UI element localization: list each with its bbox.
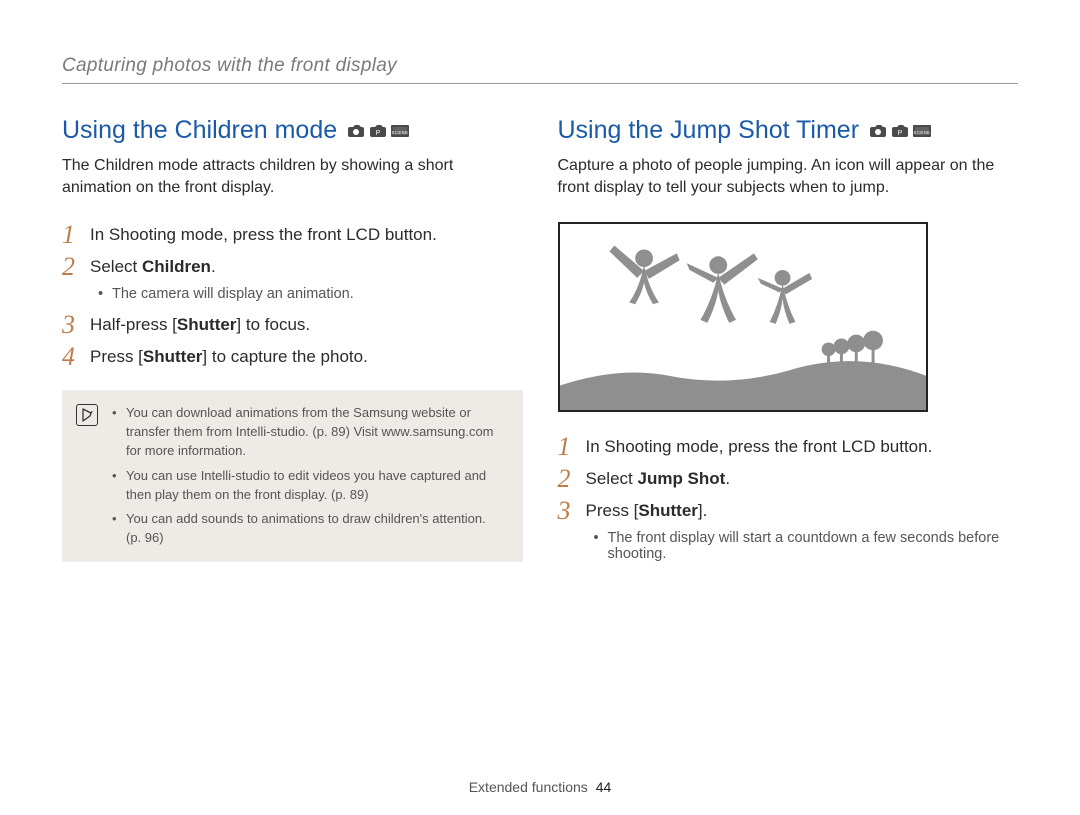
scene-icon: SCENE [913,124,931,138]
svg-text:P: P [898,130,903,137]
jump-shot-illustration [558,222,928,412]
step-text: Press [Shutter] to capture the photo. [90,344,368,367]
left-step-2-bullet: •The camera will display an animation. [98,286,523,302]
left-step-3: 3 Half-press [Shutter] to focus. [62,312,523,338]
right-step-3: 3 Press [Shutter]. [558,498,1019,524]
left-step-2: 2 Select Children. [62,254,523,280]
svg-text:SCENE: SCENE [392,130,409,135]
right-step-3-bullet: •The front display will start a countdow… [594,530,1019,562]
children-mode-intro: The Children mode attracts children by s… [62,155,523,198]
note-item: •You can download animations from the Sa… [112,404,505,461]
jump-shot-title: Using the Jump Shot Timer [558,116,860,145]
left-column: Using the Children mode P SCENE The Chil… [62,116,523,572]
svg-text:SCENE: SCENE [914,130,931,135]
step-number: 4 [62,344,90,370]
jump-shot-heading: Using the Jump Shot Timer P SCENE [558,116,1019,145]
note-box: •You can download animations from the Sa… [62,390,523,562]
svg-text:P: P [376,130,381,137]
program-icon: P [891,124,909,138]
note-icon [76,404,98,426]
footer-page-number: 44 [596,779,612,795]
smart-auto-icon [347,124,365,138]
step-number: 1 [62,222,90,248]
page-footer: Extended functions 44 [0,779,1080,795]
step-number: 2 [558,466,586,492]
breadcrumb: Capturing photos with the front display [62,55,1018,84]
manual-page: Capturing photos with the front display … [0,0,1080,815]
right-step-1: 1 In Shooting mode, press the front LCD … [558,434,1019,460]
program-icon: P [369,124,387,138]
children-mode-title: Using the Children mode [62,116,337,145]
step-text: In Shooting mode, press the front LCD bu… [90,222,437,245]
note-item: •You can use Intelli-studio to edit vide… [112,467,505,505]
left-step-4: 4 Press [Shutter] to capture the photo. [62,344,523,370]
step-number: 1 [558,434,586,460]
footer-label: Extended functions [469,779,588,795]
left-step-1: 1 In Shooting mode, press the front LCD … [62,222,523,248]
step-number: 2 [62,254,90,280]
smart-auto-icon [869,124,887,138]
step-number: 3 [62,312,90,338]
step-text: Select Jump Shot. [586,466,731,489]
step-text: Select Children. [90,254,216,277]
right-step-2: 2 Select Jump Shot. [558,466,1019,492]
two-column-layout: Using the Children mode P SCENE The Chil… [62,116,1018,572]
step-text: Half-press [Shutter] to focus. [90,312,310,335]
mode-icons-group: P SCENE [869,124,931,138]
children-mode-heading: Using the Children mode P SCENE [62,116,523,145]
mode-icons-group: P SCENE [347,124,409,138]
step-number: 3 [558,498,586,524]
step-text: In Shooting mode, press the front LCD bu… [586,434,933,457]
jump-shot-intro: Capture a photo of people jumping. An ic… [558,155,1019,198]
step-text: Press [Shutter]. [586,498,708,521]
scene-icon: SCENE [391,124,409,138]
note-item: •You can add sounds to animations to dra… [112,510,505,548]
right-column: Using the Jump Shot Timer P SCENE Captur… [558,116,1019,572]
